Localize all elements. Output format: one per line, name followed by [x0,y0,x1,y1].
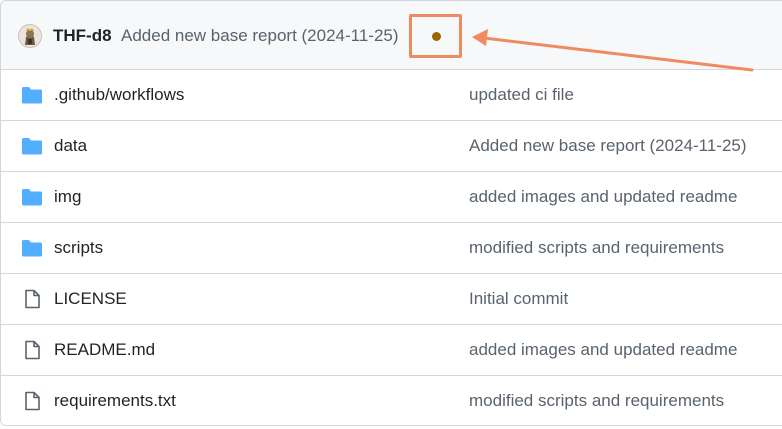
annotation-arrow [472,29,754,72]
